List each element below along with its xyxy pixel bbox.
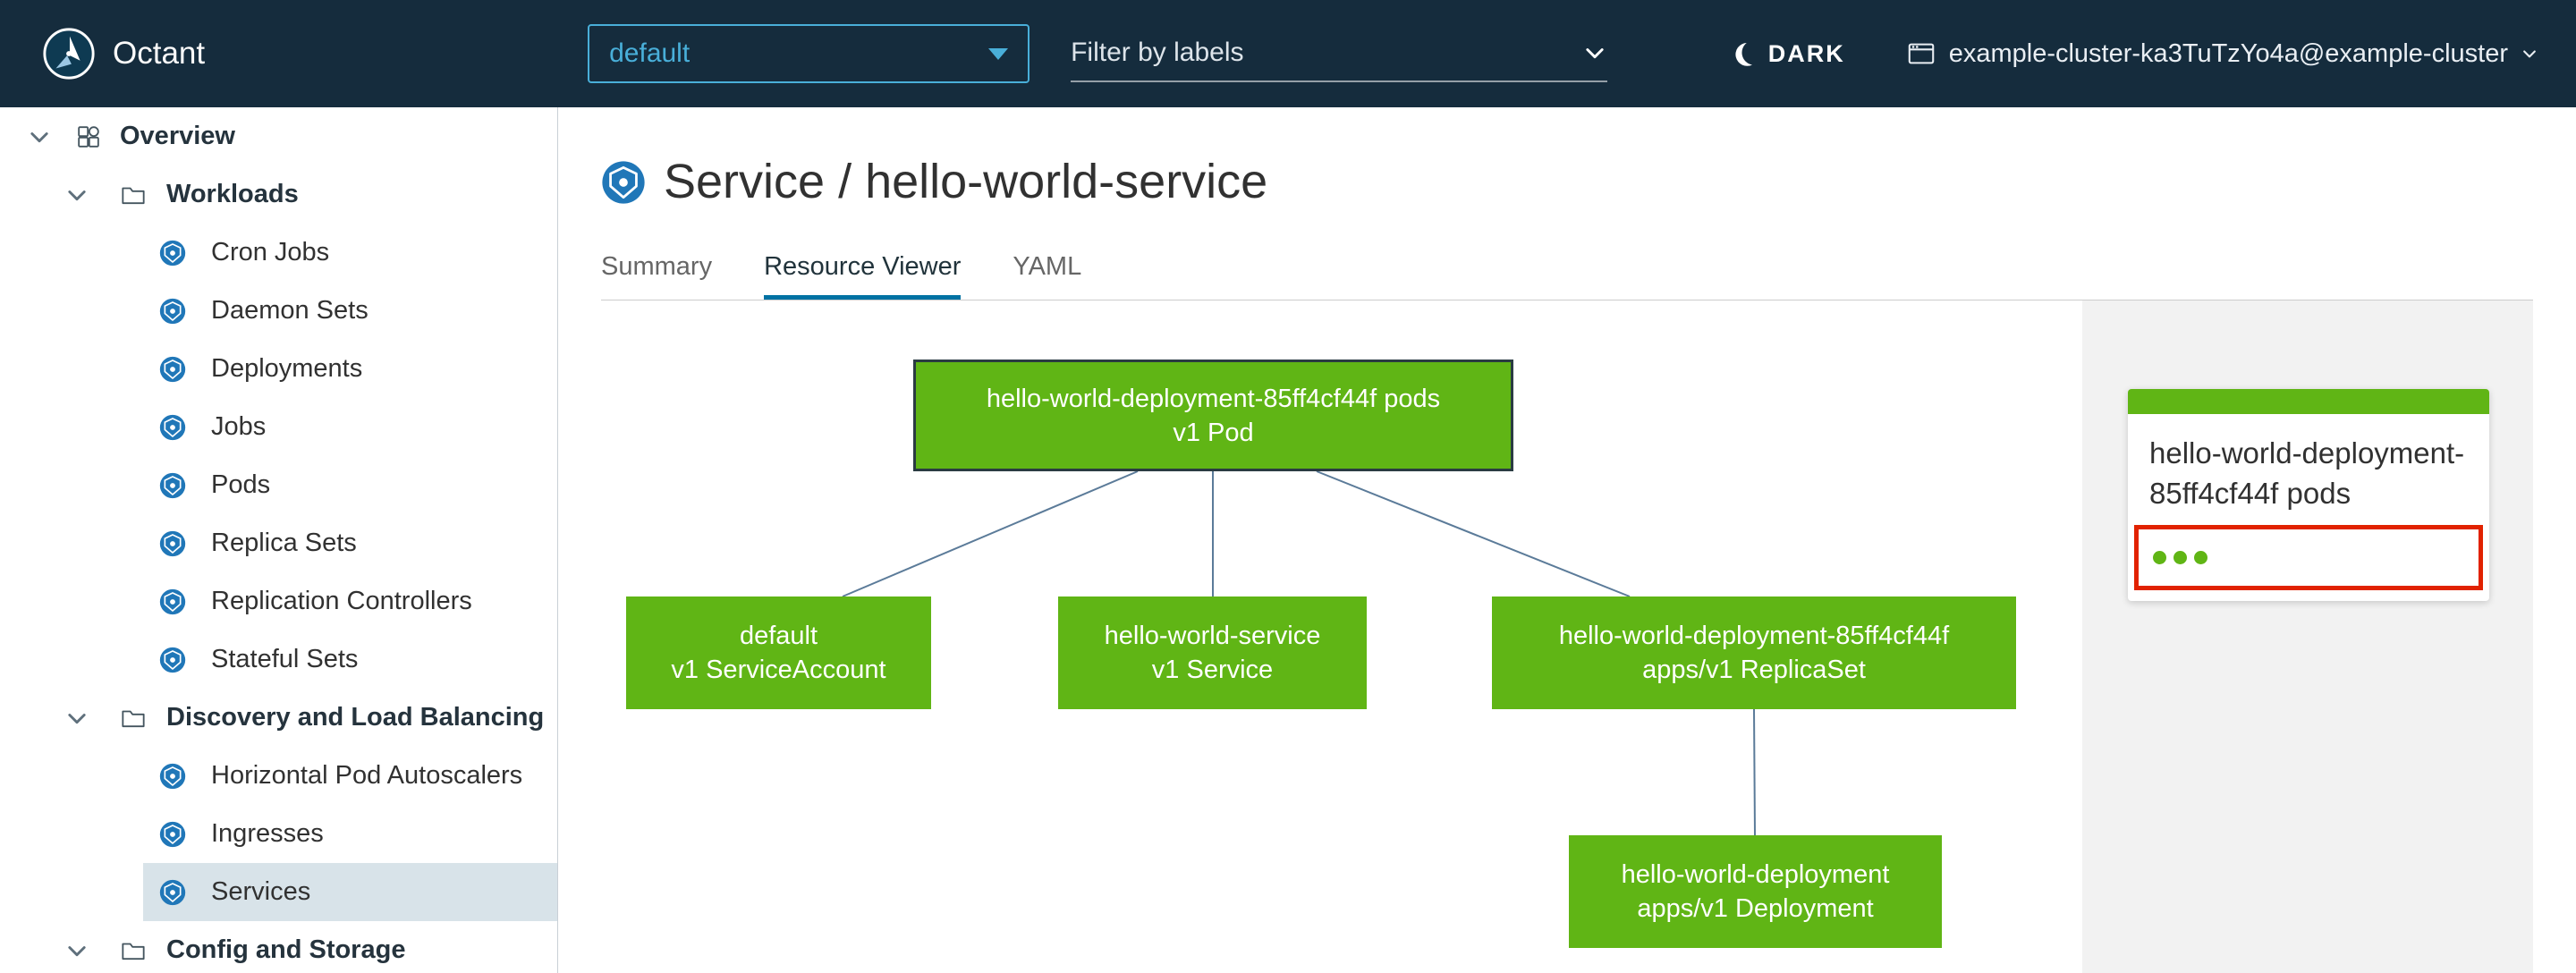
overview-icon xyxy=(75,123,102,150)
replication-controllers-icon xyxy=(159,588,186,615)
horizontal-pod-autoscalers-icon xyxy=(159,763,186,790)
sidebar-item-services[interactable]: Services xyxy=(143,863,557,921)
node-name: hello-world-deployment xyxy=(1621,860,1890,890)
sidebar-item-pods[interactable]: Pods xyxy=(143,456,557,514)
daemon-sets-icon xyxy=(159,298,186,325)
theme-toggle-button[interactable]: DARK xyxy=(1727,39,1845,68)
label-filter-input[interactable] xyxy=(1071,38,1583,68)
cluster-icon xyxy=(1906,38,1936,69)
sidebar-item-label: Deployments xyxy=(211,354,363,383)
graph-node-service[interactable]: hello-world-service v1 Service xyxy=(1058,596,1367,710)
app-brand: Octant xyxy=(41,26,205,81)
label-filter xyxy=(1071,25,1608,82)
page-title-row: Service / hello-world-service xyxy=(601,155,2533,208)
detail-card: hello-world-deployment-85ff4cf44f pods xyxy=(2128,389,2489,602)
pods-icon xyxy=(159,472,186,499)
card-status-bar xyxy=(2128,389,2489,415)
chevron-down-icon[interactable] xyxy=(64,182,89,207)
folder-icon xyxy=(120,182,147,208)
sidebar-item-label: Config and Storage xyxy=(166,935,406,964)
cluster-selector[interactable]: example-cluster-ka3TuTzYo4a@example-clus… xyxy=(1906,38,2538,69)
pod-status-row[interactable] xyxy=(2134,525,2483,591)
sidebar-item-label: Overview xyxy=(120,122,235,150)
services-icon xyxy=(159,879,186,906)
replica-sets-icon xyxy=(159,530,186,557)
sidebar-item-label: Jobs xyxy=(211,412,267,441)
sidebar-item-deployments[interactable]: Deployments xyxy=(143,340,557,398)
jobs-icon xyxy=(159,414,186,441)
sidebar-item-jobs[interactable]: Jobs xyxy=(143,398,557,456)
sidebar-item-label: Services xyxy=(211,877,311,906)
graph-node-pod[interactable]: hello-world-deployment-85ff4cf44f pods v… xyxy=(913,360,1513,472)
sidebar-item-label: Pods xyxy=(211,470,271,499)
sidebar-item-label: Daemon Sets xyxy=(211,296,369,325)
ingresses-icon xyxy=(159,821,186,848)
chevron-down-icon[interactable] xyxy=(64,938,89,963)
chevron-down-icon[interactable] xyxy=(27,124,52,149)
node-name: default xyxy=(739,622,818,651)
graph-node-replicaset[interactable]: hello-world-deployment-85ff4cf44f apps/v… xyxy=(1492,596,2016,710)
tab-yaml[interactable]: YAML xyxy=(1013,251,1081,295)
cluster-selector-label: example-cluster-ka3TuTzYo4a@example-clus… xyxy=(1948,38,2508,68)
tab-summary[interactable]: Summary xyxy=(601,251,712,295)
sidebar-item-label: Discovery and Load Balancing xyxy=(166,703,545,732)
sidebar: Overview Workloads Cron Jobs Daemon Sets… xyxy=(0,107,558,973)
stateful-sets-icon xyxy=(159,647,186,673)
sidebar-item-replica-sets[interactable]: Replica Sets xyxy=(143,514,557,572)
tab-resource-viewer[interactable]: Resource Viewer xyxy=(764,251,962,300)
sidebar-item-daemon-sets[interactable]: Daemon Sets xyxy=(143,282,557,340)
resource-viewer-canvas: hello-world-deployment-85ff4cf44f pods v… xyxy=(601,300,2533,973)
node-name: hello-world-deployment-85ff4cf44f xyxy=(1558,622,1950,651)
chevron-down-icon[interactable] xyxy=(1582,40,1607,65)
folder-icon xyxy=(120,937,147,964)
chevron-down-icon xyxy=(2521,45,2538,63)
sidebar-item-cron-jobs[interactable]: Cron Jobs xyxy=(143,224,557,282)
folder-icon xyxy=(120,705,147,732)
sidebar-item-workloads[interactable]: Workloads xyxy=(0,165,557,224)
sidebar-item-label: Horizontal Pod Autoscalers xyxy=(211,761,523,790)
sidebar-item-label: Replication Controllers xyxy=(211,587,472,615)
theme-toggle-label: DARK xyxy=(1767,39,1845,67)
node-kind: apps/v1 ReplicaSet xyxy=(1642,656,1866,685)
graph-node-serviceaccount[interactable]: default v1 ServiceAccount xyxy=(626,596,931,710)
page-title: Service / hello-world-service xyxy=(664,155,1268,208)
pod-status-dot xyxy=(2174,551,2187,565)
node-kind: v1 Pod xyxy=(1173,418,1254,447)
main-content: Service / hello-world-service Summary Re… xyxy=(558,107,2576,973)
sidebar-item-label: Replica Sets xyxy=(211,529,357,557)
node-name: hello-world-service xyxy=(1104,622,1321,651)
caret-down-icon xyxy=(988,47,1009,60)
app-name: Octant xyxy=(113,36,206,71)
node-kind: apps/v1 Deployment xyxy=(1637,894,1874,924)
namespace-dropdown-value: default xyxy=(609,38,691,68)
node-kind: v1 ServiceAccount xyxy=(671,656,886,685)
sidebar-item-ingresses[interactable]: Ingresses xyxy=(143,805,557,863)
sidebar-item-label: Ingresses xyxy=(211,819,324,848)
service-resource-icon xyxy=(601,160,646,205)
node-kind: v1 Service xyxy=(1151,656,1274,685)
detail-panel: hello-world-deployment-85ff4cf44f pods xyxy=(2082,300,2533,973)
octant-logo-icon xyxy=(41,26,97,81)
sidebar-item-label: Workloads xyxy=(166,180,299,208)
pod-status-dot xyxy=(2153,551,2166,565)
app-header: Octant default DARK example-cluster-ka3T… xyxy=(0,0,2576,107)
sidebar-item-discovery-and-load-balancing[interactable]: Discovery and Load Balancing xyxy=(0,689,557,747)
detail-card-title: hello-world-deployment-85ff4cf44f pods xyxy=(2149,436,2465,511)
sidebar-item-label: Stateful Sets xyxy=(211,645,359,673)
chevron-down-icon[interactable] xyxy=(64,706,89,731)
tab-bar: Summary Resource Viewer YAML xyxy=(601,251,2533,300)
sidebar-item-config-and-storage[interactable]: Config and Storage xyxy=(0,921,557,973)
moon-icon xyxy=(1727,39,1756,68)
cron-jobs-icon xyxy=(159,240,186,267)
sidebar-item-label: Cron Jobs xyxy=(211,238,330,267)
sidebar-item-horizontal-pod-autoscalers[interactable]: Horizontal Pod Autoscalers xyxy=(143,747,557,805)
node-name: hello-world-deployment-85ff4cf44f pods xyxy=(986,384,1441,413)
deployments-icon xyxy=(159,356,186,383)
sidebar-item-replication-controllers[interactable]: Replication Controllers xyxy=(143,572,557,630)
pod-status-dot xyxy=(2194,551,2207,565)
sidebar-item-overview[interactable]: Overview xyxy=(0,107,557,165)
namespace-dropdown[interactable]: default xyxy=(588,24,1030,83)
graph-node-deployment[interactable]: hello-world-deployment apps/v1 Deploymen… xyxy=(1569,835,1942,949)
sidebar-item-stateful-sets[interactable]: Stateful Sets xyxy=(143,630,557,689)
